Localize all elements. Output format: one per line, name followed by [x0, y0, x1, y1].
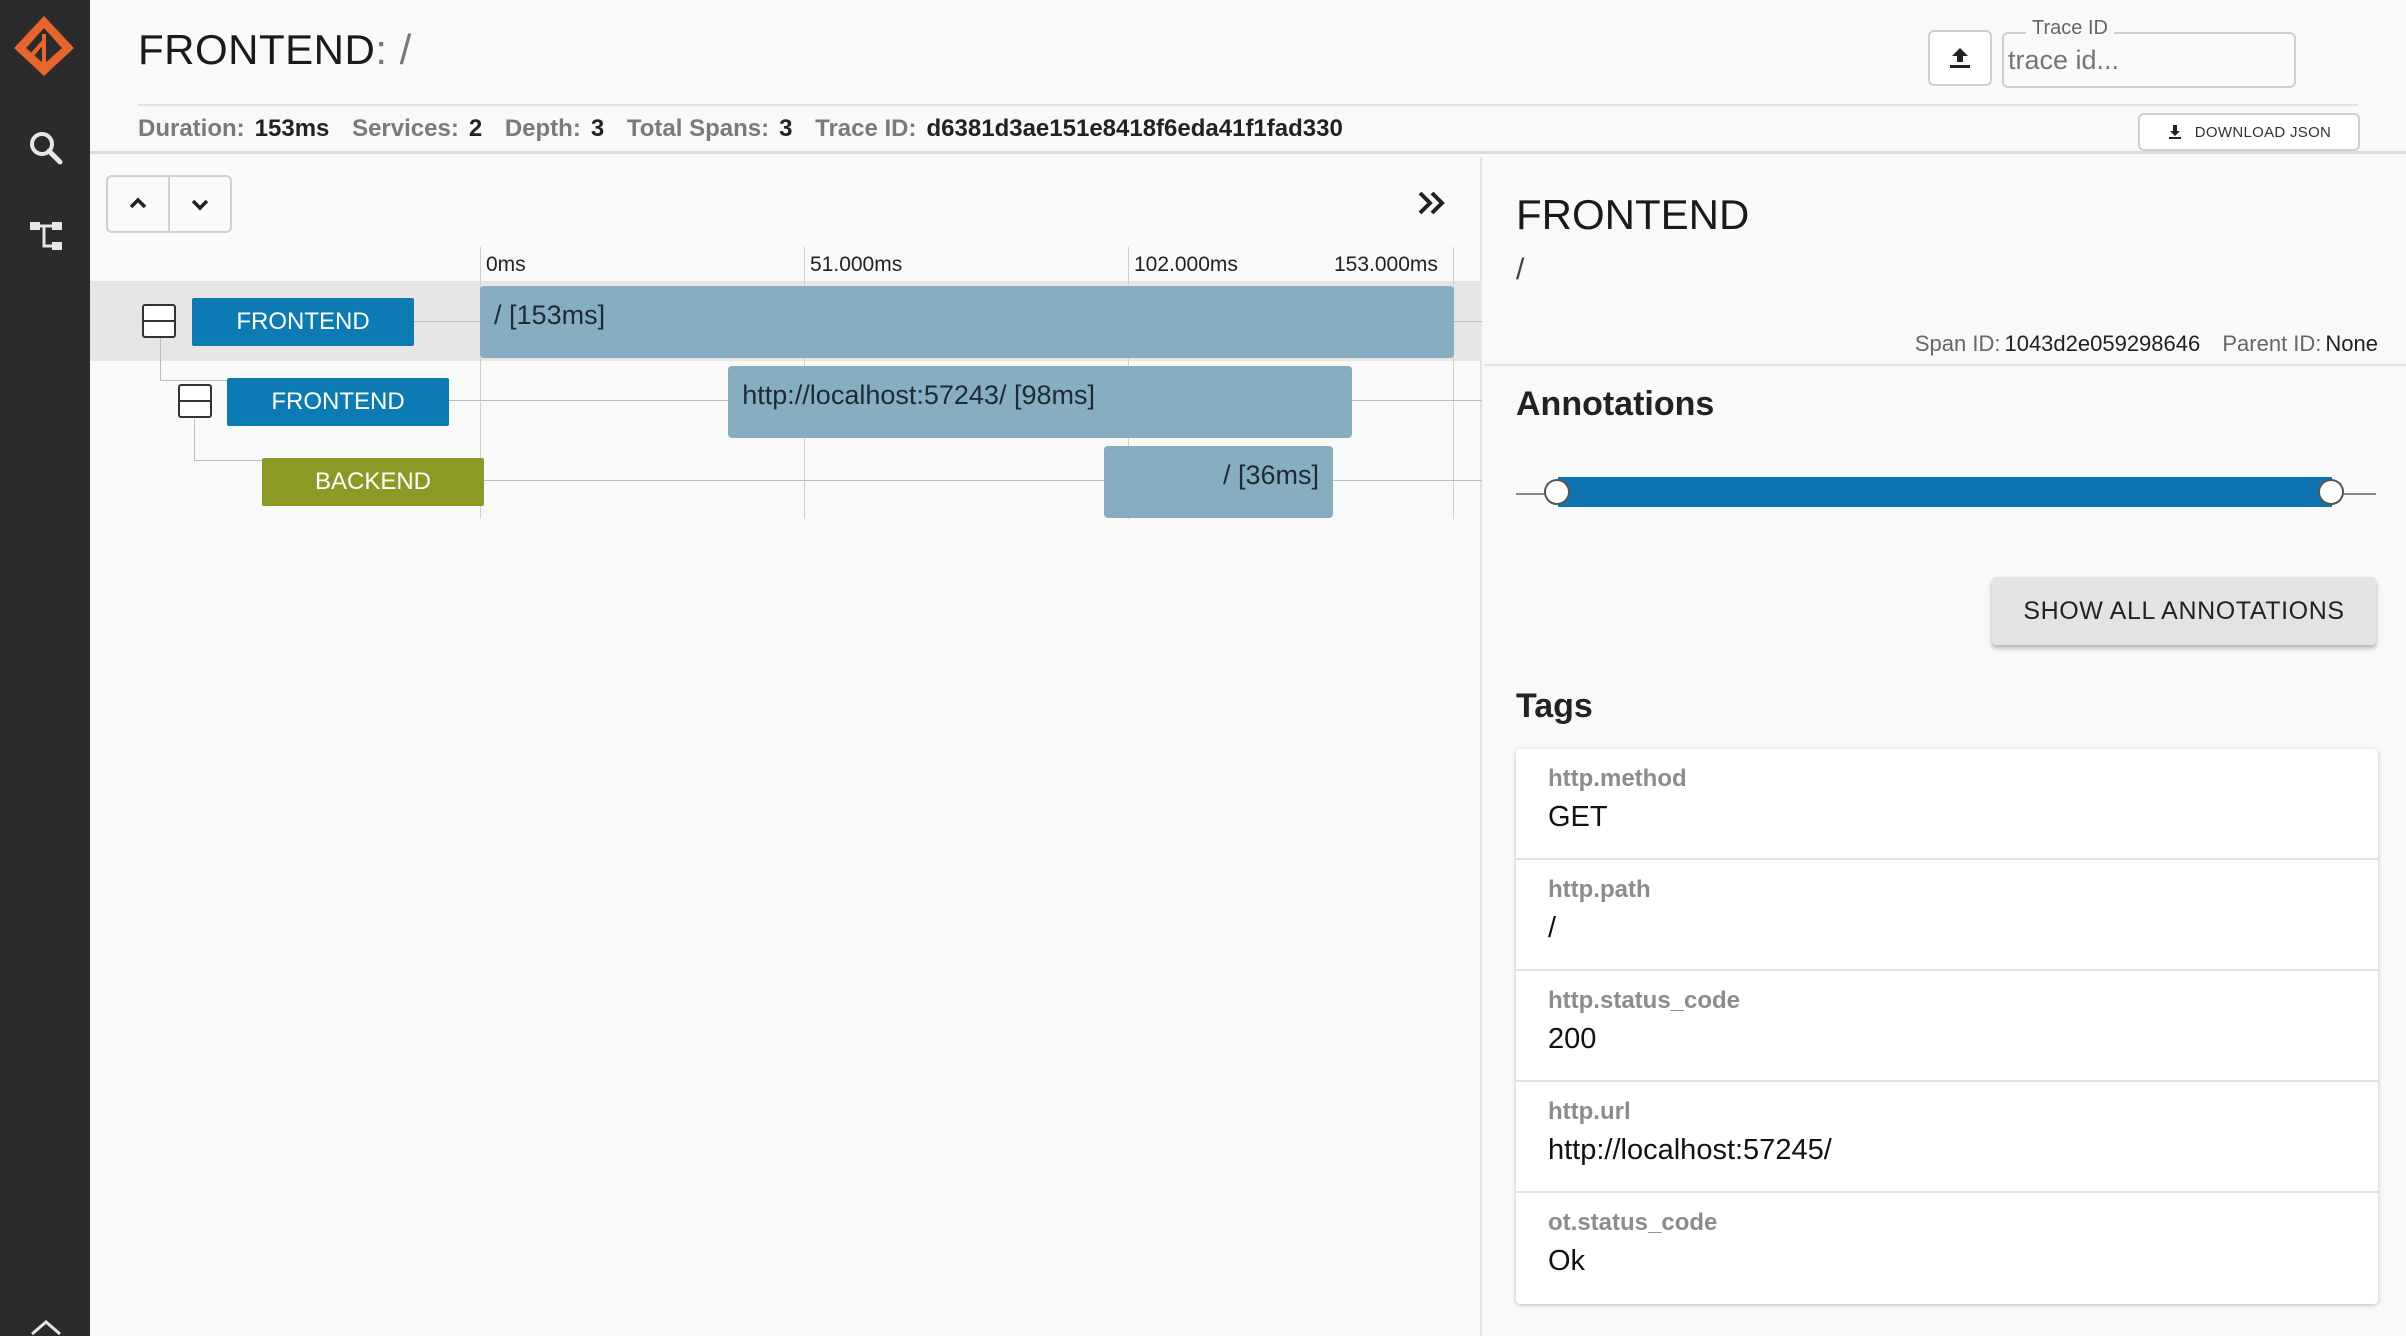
tags-title: Tags — [1516, 687, 1593, 725]
tag-value: http://localhost:57245/ — [1548, 1134, 1832, 1166]
service-badge-frontend[interactable]: FRONTEND — [227, 378, 449, 426]
services-key: Services: — [352, 115, 459, 142]
span-id-label: Span ID: — [1914, 331, 2001, 356]
tag-item: http.url http://localhost:57245/ — [1516, 1082, 2378, 1193]
parent-id-value: None — [2325, 331, 2378, 356]
collapse-toggle[interactable] — [178, 384, 212, 418]
span-duration: [36ms] — [1238, 460, 1320, 490]
tick-label: 102.000ms — [1134, 253, 1238, 276]
trace-id-field[interactable]: Trace ID — [2002, 17, 2296, 88]
trace-timeline: 0ms 51.000ms 102.000ms 153.000ms FRONTEN… — [90, 157, 1482, 1336]
detail-span-name: / — [1516, 253, 1525, 286]
span-bar-label: http://localhost:57243/ [98ms] — [728, 380, 1095, 411]
tag-value: GET — [1548, 801, 1608, 833]
service-badge-frontend[interactable]: FRONTEND — [192, 298, 414, 346]
tag-value: / — [1548, 912, 1557, 944]
span-detail-panel: FRONTEND / Span ID: 1043d2e059298646 Pare… — [1484, 157, 2406, 1336]
tick-label: 153.000ms — [1334, 253, 1438, 276]
title-path: / — [399, 26, 412, 73]
title-service: FRONTEND — [138, 26, 376, 73]
tag-key: http.method — [1548, 765, 1687, 792]
tag-item: ot.status_code Ok — [1516, 1193, 2378, 1304]
span-duration: [98ms] — [1013, 380, 1095, 410]
chevron-up-icon — [129, 197, 147, 209]
depth-value: 3 — [590, 115, 605, 142]
expand-panel-icon[interactable] — [1416, 189, 1448, 217]
services-value: 2 — [468, 115, 483, 142]
trace-id-key: Trace ID: — [815, 115, 917, 142]
service-badge-backend[interactable]: BACKEND — [262, 458, 484, 506]
next-span-button[interactable] — [168, 177, 230, 231]
duration-key: Duration: — [138, 115, 245, 142]
download-icon — [2168, 125, 2181, 139]
tag-item: http.status_code 200 — [1516, 971, 2378, 1082]
span-duration: [153ms] — [509, 300, 606, 330]
download-json-button[interactable]: DOWNLOAD JSON — [2138, 113, 2360, 151]
span-bar[interactable]: http://localhost:57243/ [98ms] — [728, 366, 1353, 438]
tag-value: 200 — [1548, 1023, 1597, 1055]
download-json-label: DOWNLOAD JSON — [2194, 123, 2332, 141]
span-bar[interactable]: / [36ms] — [1103, 446, 1334, 518]
home-icon[interactable] — [26, 1312, 66, 1336]
span-name: / — [1222, 460, 1231, 490]
span-name: / — [494, 300, 502, 330]
annotation-marker-start[interactable] — [1544, 479, 1570, 505]
parent-id-label: Parent ID: — [2222, 331, 2322, 356]
tag-key: http.url — [1548, 1098, 1631, 1125]
trace-header: FRONTEND: / Trace ID Duration: 153ms Serv… — [90, 0, 2406, 154]
show-all-annotations-button[interactable]: SHOW ALL ANNOTATIONS — [1992, 577, 2376, 645]
sidebar — [0, 0, 90, 1336]
annotation-timeline-range — [1558, 477, 2332, 507]
span-name: http://localhost:57243/ — [742, 380, 1007, 410]
depth-key: Depth: — [504, 115, 581, 142]
span-ids: Span ID: 1043d2e059298646 Parent ID: None — [1915, 331, 2378, 357]
upload-icon — [1950, 48, 1970, 68]
tree-guide — [194, 419, 195, 461]
trace-id-label: Trace ID — [2026, 17, 2114, 40]
tag-item: http.path / — [1516, 860, 2378, 971]
total-spans-key: Total Spans: — [626, 115, 770, 142]
span-bar-label: / [36ms] — [1223, 460, 1333, 491]
span-id-value: 1043d2e059298646 — [2004, 331, 2201, 356]
annotation-marker-end[interactable] — [2318, 479, 2344, 505]
span-bar-label: / [153ms] — [480, 300, 605, 331]
total-spans-value: 3 — [779, 115, 793, 142]
title-separator: : — [375, 26, 388, 73]
search-icon[interactable] — [26, 128, 66, 168]
collapse-toggle[interactable] — [142, 304, 176, 338]
header-divider — [138, 104, 2358, 106]
tree-guide — [160, 338, 161, 380]
tag-key: ot.status_code — [1548, 1209, 1718, 1236]
page-title: FRONTEND: / — [138, 26, 412, 74]
zipkin-logo-icon[interactable] — [12, 14, 76, 78]
previous-span-button[interactable] — [108, 177, 168, 231]
dependencies-icon[interactable] — [26, 216, 66, 256]
tick-label: 51.000ms — [810, 253, 903, 276]
tags-list: http.method GET http.path / http.status_… — [1516, 749, 2378, 1304]
trace-id-value: d6381d3ae151e8418f6eda41f1fad330 — [926, 115, 1343, 142]
tag-key: http.status_code — [1548, 987, 1741, 1014]
tag-value: Ok — [1548, 1245, 1586, 1277]
tag-item: http.method GET — [1516, 749, 2378, 860]
duration-value: 153ms — [254, 115, 330, 142]
detail-divider — [1484, 364, 2406, 366]
chevron-down-icon — [191, 199, 209, 211]
span-navigation — [106, 175, 232, 233]
trace-summary: Duration: 153ms Services: 2 Depth: 3 Total … — [138, 115, 1359, 143]
tick-label: 0ms — [486, 253, 526, 276]
trace-id-input[interactable] — [2008, 42, 2288, 78]
annotations-title: Annotations — [1516, 385, 1715, 423]
detail-service-name: FRONTEND — [1516, 191, 1750, 238]
upload-json-button[interactable] — [1928, 30, 1992, 86]
span-bar[interactable]: / [153ms] — [480, 286, 1454, 358]
tag-key: http.path — [1548, 876, 1651, 903]
